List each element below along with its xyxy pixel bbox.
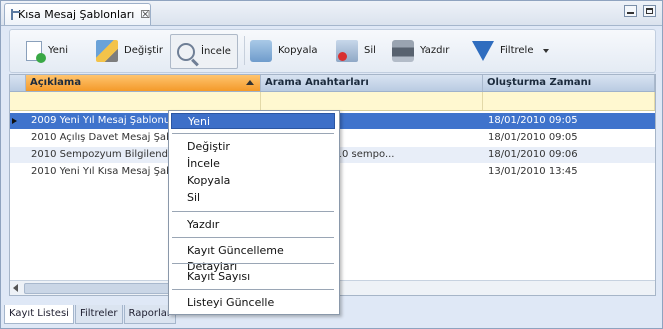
tab-sms-templates[interactable]: Kısa Mesaj Şablonları ☒ — [4, 3, 151, 25]
filter-cell-aciklama[interactable] — [26, 92, 261, 110]
menu-item-print[interactable]: Yazdır — [171, 217, 335, 233]
column-header-olusturma-zamani[interactable]: Oluşturma Zamanı — [483, 75, 655, 91]
view-button[interactable]: İncele — [170, 34, 238, 69]
minimize-button[interactable] — [624, 5, 637, 17]
print-button[interactable]: Yazdır — [392, 34, 449, 67]
menu-item-refresh-list[interactable]: Listeyi Güncelle — [171, 295, 335, 311]
menu-item-view[interactable]: İncele — [171, 156, 335, 172]
cell-olusturma-zamani: 18/01/2010 09:05 — [488, 115, 578, 126]
filter-row — [10, 92, 655, 111]
new-button-label: Yeni — [48, 45, 69, 56]
menu-item-update-details[interactable]: Kayıt Güncelleme Detayları — [171, 243, 335, 273]
editor-tab-bar: Kısa Mesaj Şablonları ☒ — [1, 1, 662, 26]
new-document-icon — [26, 40, 46, 63]
chevron-down-icon[interactable] — [543, 48, 550, 53]
tab-kayit-listesi[interactable]: Kayıt Listesi — [4, 305, 74, 324]
column-header-label: Arama Anahtarları — [265, 77, 369, 88]
sort-ascending-icon — [246, 80, 254, 85]
current-row-icon — [12, 118, 17, 124]
new-button[interactable]: Yeni — [26, 34, 68, 67]
column-header-label: Oluşturma Zamanı — [487, 77, 592, 88]
column-header-aciklama[interactable]: Açıklama — [26, 75, 261, 91]
column-header-arama-anahtarlari[interactable]: Arama Anahtarları — [261, 75, 483, 91]
delete-icon — [336, 39, 358, 62]
copy-button[interactable]: Kopyala — [250, 34, 317, 67]
context-menu: Yeni Değiştir İncele Kopyala Sil Yazdır … — [168, 110, 340, 315]
toolbar-separator — [244, 36, 245, 65]
filter-funnel-icon — [472, 40, 494, 61]
tab-filtreler[interactable]: Filtreler — [74, 305, 123, 324]
tab-title: Kısa Mesaj Şablonları — [18, 8, 135, 21]
filter-button[interactable]: Filtrele — [472, 34, 550, 67]
magnifier-icon — [177, 42, 195, 61]
printer-icon — [392, 39, 414, 62]
filter-cell-olusturma-zamani[interactable] — [483, 92, 655, 110]
copy-button-label: Kopyala — [278, 45, 318, 56]
cell-olusturma-zamani: 18/01/2010 09:05 — [488, 132, 578, 143]
copy-icon — [250, 39, 272, 62]
filter-button-label: Filtrele — [500, 45, 534, 56]
cell-olusturma-zamani: 18/01/2010 09:06 — [488, 149, 578, 160]
menu-separator — [172, 289, 334, 290]
maximize-button[interactable] — [643, 5, 656, 17]
column-header-label: Açıklama — [30, 77, 82, 88]
edit-icon — [96, 39, 118, 62]
menu-item-copy[interactable]: Kopyala — [171, 173, 335, 189]
menu-separator — [172, 211, 334, 212]
menu-item-new[interactable]: Yeni — [171, 113, 335, 129]
document-icon — [11, 9, 20, 20]
edit-button-label: Değiştir — [124, 45, 163, 56]
menu-separator — [172, 263, 334, 264]
menu-item-record-count[interactable]: Kayıt Sayısı — [171, 269, 335, 285]
menu-separator — [172, 237, 334, 238]
window-controls — [624, 5, 656, 17]
row-indicator-header — [10, 75, 26, 91]
menu-separator — [172, 133, 334, 134]
toolbar: Yeni Değiştir İncele Kopyala Sil Yazdır … — [9, 29, 656, 73]
grid-header: Açıklama Arama Anahtarları Oluşturma Zam… — [10, 75, 655, 92]
view-button-label: İncele — [201, 46, 231, 57]
menu-item-delete[interactable]: Sil — [171, 190, 335, 206]
edit-button[interactable]: Değiştir — [96, 34, 163, 67]
scroll-left-icon[interactable] — [13, 284, 18, 292]
print-button-label: Yazdır — [420, 45, 450, 56]
bottom-tab-bar: Kayıt Listesi Filtreler Raporlar — [4, 305, 177, 324]
filter-cell-arama-anahtarlari[interactable] — [261, 92, 483, 110]
close-icon[interactable]: ☒ — [140, 8, 150, 21]
menu-item-edit[interactable]: Değiştir — [171, 139, 335, 155]
delete-button-label: Sil — [364, 45, 376, 56]
cell-olusturma-zamani: 13/01/2010 13:45 — [488, 166, 578, 177]
delete-button[interactable]: Sil — [336, 34, 376, 67]
